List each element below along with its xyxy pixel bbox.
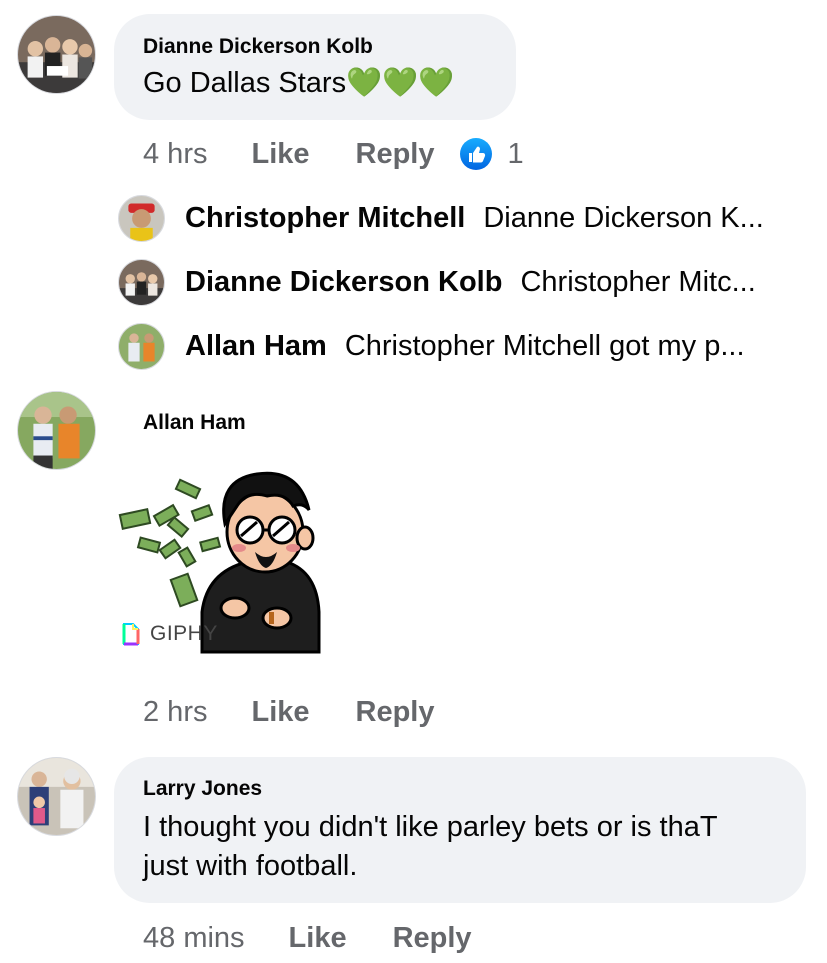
comment-actions: 2 hrs Like Reply <box>143 692 435 732</box>
reply-text: Christopher Mitc... <box>520 265 756 298</box>
like-button[interactable]: Like <box>251 696 309 729</box>
avatar[interactable] <box>17 391 96 470</box>
reply-button[interactable]: Reply <box>393 922 472 955</box>
comment-text-line: just with football. <box>143 850 358 882</box>
comment-actions: 4 hrs Like Reply 1 <box>143 134 524 174</box>
like-button[interactable]: Like <box>251 138 309 171</box>
reply-text: Christopher Mitchell got my p... <box>344 329 745 362</box>
avatar[interactable] <box>118 194 165 242</box>
comment-actions: 48 mins Like Reply <box>143 918 472 958</box>
comment-text-line: I thought you didn't like parley bets or… <box>143 811 718 843</box>
reply-text: Dianne Dickerson K... <box>483 201 764 234</box>
avatar[interactable] <box>118 258 165 306</box>
reaction-count[interactable]: 1 <box>508 138 524 171</box>
reply-button[interactable]: Reply <box>356 138 435 171</box>
reply-author[interactable]: Allan Ham <box>185 330 327 363</box>
avatar[interactable] <box>118 322 165 370</box>
comment-author[interactable]: Larry Jones <box>143 777 262 801</box>
comment-author[interactable]: Allan Ham <box>143 411 246 435</box>
giphy-label-text: GIPHY <box>150 622 218 645</box>
comment-time[interactable]: 2 hrs <box>143 696 207 729</box>
reply-author[interactable]: Christopher Mitchell <box>185 202 465 235</box>
giphy-logo-icon <box>122 622 140 646</box>
comment-time[interactable]: 4 hrs <box>143 138 207 171</box>
like-reaction-icon[interactable] <box>459 138 492 170</box>
avatar[interactable] <box>17 15 96 94</box>
reply-row[interactable]: Christopher Mitchell Dianne Dickerson K.… <box>118 194 764 242</box>
reply-row[interactable]: Allan Ham Christopher Mitchell got my p.… <box>118 322 745 370</box>
reply-row[interactable]: Dianne Dickerson Kolb Christopher Mitc..… <box>118 258 756 306</box>
reply-button[interactable]: Reply <box>356 696 435 729</box>
comment-time[interactable]: 48 mins <box>143 922 245 955</box>
reply-author[interactable]: Dianne Dickerson Kolb <box>185 266 502 299</box>
like-button[interactable]: Like <box>289 922 347 955</box>
comment-author[interactable]: Dianne Dickerson Kolb <box>143 35 373 59</box>
comment-text: Go Dallas Stars💚💚💚 <box>143 67 455 99</box>
giphy-attribution[interactable]: GIPHY <box>122 622 218 646</box>
avatar[interactable] <box>17 757 96 836</box>
